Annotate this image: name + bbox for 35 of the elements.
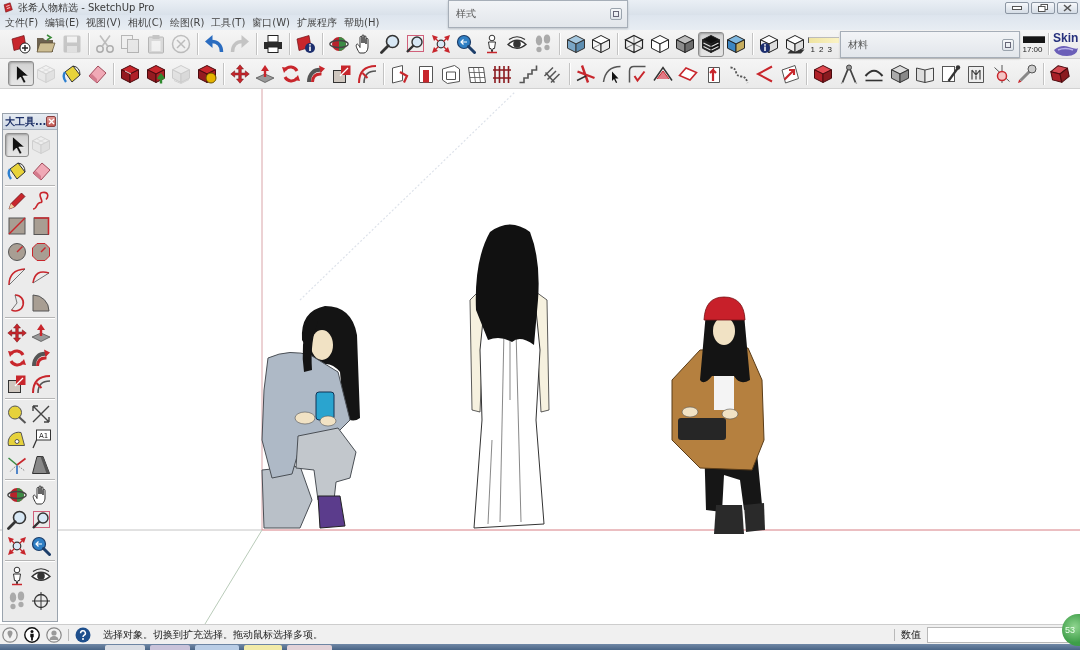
menu-item[interactable]: 绘图(R) (166, 16, 208, 29)
location-pin-icon[interactable] (2, 626, 18, 643)
user-icon[interactable] (46, 626, 62, 643)
month-slider-track[interactable] (807, 36, 839, 43)
month-label: 3 (827, 44, 832, 54)
panel-title: 样式 (456, 8, 476, 20)
restore-icon[interactable] (1038, 3, 1048, 12)
minimize-button[interactable] (1005, 1, 1029, 14)
month-label: 2 (818, 44, 824, 54)
close-icon[interactable] (1063, 3, 1072, 12)
close-button[interactable] (1057, 1, 1078, 14)
menu-item[interactable]: 扩展程序 (293, 16, 341, 29)
menu-item[interactable]: 窗口(W) (248, 16, 294, 29)
logo-swoosh-icon[interactable] (1053, 43, 1079, 57)
menu-item[interactable]: 帮助(H) (340, 16, 383, 29)
measurements-label: 数值 (901, 628, 921, 641)
help-icon[interactable] (75, 626, 91, 643)
menu-item[interactable]: 文件(F) (1, 16, 42, 29)
time-slider-track[interactable] (1022, 36, 1045, 43)
restore-button[interactable] (1031, 1, 1055, 14)
drawing-canvas[interactable] (0, 89, 1080, 624)
menu-item[interactable]: 相机(C) (124, 16, 167, 29)
minimize-icon[interactable] (1012, 5, 1022, 10)
panel-title: 材料 (848, 38, 868, 51)
menu-item[interactable]: 视图(V) (82, 16, 125, 29)
time-label: 17:00 (1022, 45, 1044, 54)
status-message: 选择对象。切换到扩充选择。拖动鼠标选择多项。 (103, 628, 323, 641)
menu-item[interactable]: 编辑(E) (41, 16, 83, 29)
person-icon[interactable] (24, 626, 40, 643)
menu-item[interactable]: 工具(T) (207, 16, 249, 29)
palette-title: 大工具... (5, 115, 47, 128)
logo-text[interactable]: Skin (1053, 31, 1079, 44)
window-title: 张希人物精选 - SketchUp Pro (18, 1, 155, 14)
app-icon (3, 2, 14, 13)
month-label: 1 (810, 44, 815, 54)
